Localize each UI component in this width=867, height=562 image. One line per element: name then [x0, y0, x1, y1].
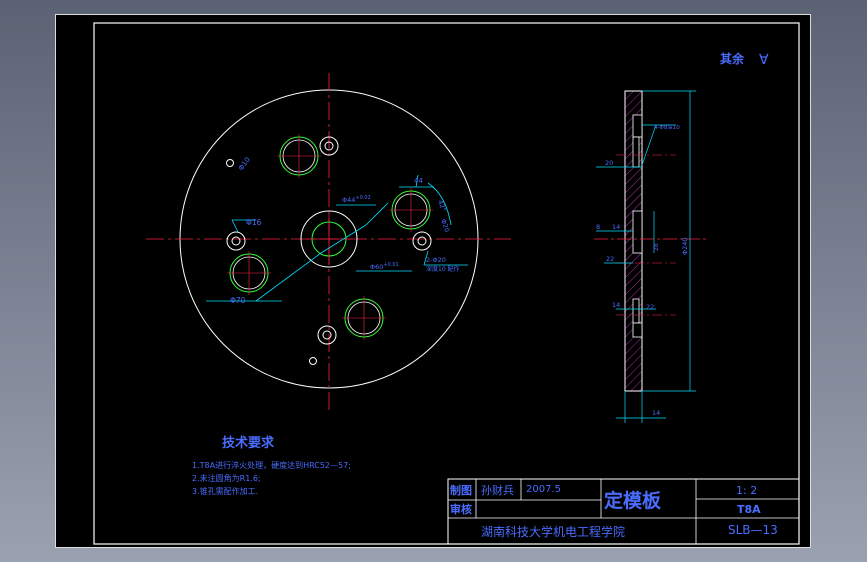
dim-center-bore: Φ44+0.02 — [342, 195, 371, 204]
check-label: 审核 — [450, 502, 472, 516]
tech-req-item-2: 2.未注圆角为R1.6; — [192, 473, 261, 483]
large-hole-bottom — [342, 296, 386, 340]
dim-top-left-hole: Φ10 — [237, 156, 252, 172]
hole-right — [412, 231, 432, 251]
side-dim-7: 14 — [612, 301, 620, 309]
dim-right-angle: 42° — [436, 199, 447, 213]
dim-right-hole-note: 深度10 配作 — [426, 265, 460, 273]
scale: 1: 2 — [736, 484, 757, 497]
front-view: Φ10 Φ16 Φ70 Φ44+0.02 Φ60+0.01 44 Φ20 2-Φ… — [146, 73, 511, 410]
technical-requirements: 技术要求 1.T8A进行淬火处理，硬度达到HRC52—57; 2.未注圆角为R1… — [192, 435, 351, 496]
draw-date: 2007.5 — [526, 484, 561, 495]
side-dim-3: 14 — [612, 223, 620, 231]
dim-right-circle-b: Φ20 — [439, 218, 451, 233]
roughness-label: 其余 — [720, 51, 745, 66]
tech-req-item-3: 3.锥孔需配作加工. — [192, 486, 258, 496]
side-dim-8: 22 — [646, 303, 654, 311]
large-hole-top-left — [277, 134, 321, 178]
dim-right-circle-a: 44 — [414, 177, 423, 185]
dim-right-hole: 2-Φ20 — [426, 256, 446, 264]
institution: 湖南科技大学机电工程学院 — [481, 524, 625, 539]
tech-req-title: 技术要求 — [222, 435, 275, 451]
side-note-top: 4-Φ8深10 — [654, 123, 680, 131]
side-dim-5: 28 — [653, 243, 660, 251]
drawing-number: SLB—13 — [728, 523, 778, 537]
engineering-drawing: 其余 ∀ Φ10 Φ16 Φ70 Φ44+0.02 Φ60+0.01 44 Φ2… — [93, 22, 800, 545]
roughness-symbol: ∀ — [759, 52, 769, 68]
draw-label: 制图 — [450, 483, 472, 497]
drafter-name: 孙财兵 — [481, 483, 514, 497]
side-dim-2: 8 — [596, 223, 600, 231]
side-dim-1: 20 — [605, 159, 613, 167]
large-hole-left — [227, 251, 271, 295]
drawing-sheet: 其余 ∀ Φ10 Φ16 Φ70 Φ44+0.02 Φ60+0.01 44 Φ2… — [55, 14, 811, 548]
side-dim-total: Φ240 — [681, 237, 689, 255]
dim-bottom-left-hole: Φ70 — [230, 296, 246, 305]
side-dim-4: 22 — [606, 255, 614, 263]
pin-hole-bottom — [309, 357, 317, 365]
dim-left-hole: Φ16 — [246, 218, 262, 227]
side-dim-bottom: 14 — [652, 409, 660, 417]
tech-req-item-1: 1.T8A进行淬火处理，硬度达到HRC52—57; — [192, 460, 351, 470]
material: T8A — [737, 503, 761, 516]
pin-hole-top-left — [226, 159, 234, 167]
dim-center-counterbore: Φ60+0.01 — [370, 262, 399, 271]
part-name: 定模板 — [604, 489, 662, 512]
hole-left — [226, 231, 246, 251]
hole-bottom — [317, 325, 337, 345]
large-hole-right — [389, 188, 433, 232]
title-block: 制图 审核 孙财兵 2007.5 定模板 1: 2 T8A SLB—13 湖南科… — [447, 478, 800, 545]
side-section-view: 4-Φ8深10 20 8 14 22 28 Φ240 14 22 14 — [594, 90, 706, 423]
